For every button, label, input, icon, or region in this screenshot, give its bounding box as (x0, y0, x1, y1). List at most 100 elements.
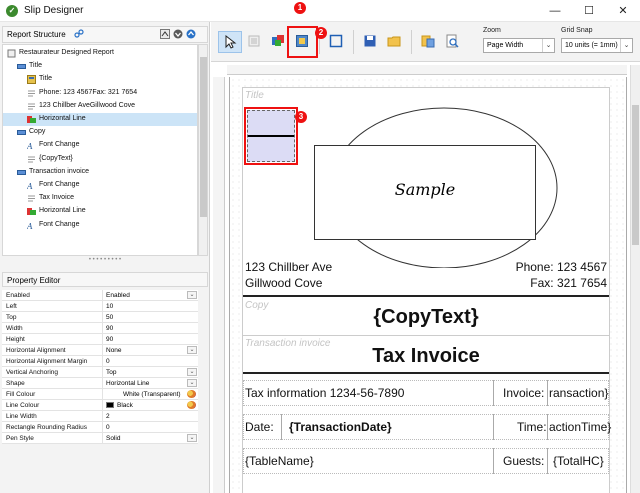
property-value-cell[interactable]: None ⌄ (102, 345, 198, 355)
svg-text:A: A (27, 222, 33, 230)
tree-item[interactable]: Tax Invoice (3, 192, 197, 205)
color-picker-icon[interactable] (187, 390, 196, 398)
tree-item[interactable]: Title (3, 73, 197, 86)
tree-item[interactable]: Horizontal Line (3, 113, 197, 126)
property-name: Rectangle Rounding Radius (6, 424, 87, 431)
font-change-icon: A (26, 221, 36, 231)
zoom-select[interactable]: Page Width ⌄ (483, 38, 555, 53)
export-button[interactable] (417, 31, 441, 53)
preview-icon (446, 34, 459, 48)
property-value-cell[interactable]: Enabled ⌄ (102, 290, 198, 300)
property-value-cell[interactable]: 10 (102, 301, 198, 311)
folder-icon (387, 36, 401, 47)
property-value-cell[interactable]: Horizontal Line ⌄ (102, 378, 198, 388)
collapse-icon[interactable] (159, 29, 170, 40)
canvas-scrollbar[interactable] (630, 65, 640, 493)
property-row[interactable]: Left 10 (2, 301, 198, 312)
link-icon[interactable] (73, 29, 84, 40)
property-value: 0 (106, 424, 110, 431)
tree-item[interactable]: A Font Change (3, 179, 197, 192)
property-row[interactable]: Rectangle Rounding Radius 0 (2, 422, 198, 433)
tree-item[interactable]: Horizontal Line (3, 205, 197, 218)
preview-button[interactable] (441, 31, 465, 53)
canvas-scrollbar-thumb[interactable] (632, 105, 639, 245)
property-row[interactable]: Line Width 2 (2, 411, 198, 422)
design-canvas[interactable]: Title Sample 123 Chillber Ave Gillwood C… (211, 63, 640, 493)
property-row[interactable]: Enabled Enabled ⌄ (2, 290, 198, 301)
tree-item[interactable]: 123 Chillber AveGillwood Cove (3, 100, 197, 113)
property-row[interactable]: Vertical Anchoring Top ⌄ (2, 367, 198, 378)
property-name: Enabled (6, 292, 30, 299)
property-value: Enabled (106, 292, 130, 299)
tree-item[interactable]: {CopyText} (3, 153, 197, 166)
callout-3-highlight (244, 107, 298, 165)
property-row[interactable]: Horizontal Alignment Margin 0 (2, 356, 198, 367)
tree-item[interactable]: Phone: 123 4567Fax: 321 7654 (3, 87, 197, 100)
property-value: 90 (106, 325, 114, 332)
tree-scrollbar[interactable] (198, 44, 208, 256)
property-row[interactable]: Width 90 (2, 323, 198, 334)
tree-scrollbar-thumb[interactable] (200, 57, 207, 217)
text-tool-button[interactable] (243, 31, 267, 53)
tree-item[interactable]: A Font Change (3, 219, 197, 232)
property-row[interactable]: Height 90 (2, 334, 198, 345)
property-value-cell[interactable]: Top ⌄ (102, 367, 198, 377)
tax-invoice-underline (243, 372, 609, 374)
select-tool-button[interactable] (218, 31, 242, 53)
chevron-down-icon[interactable]: ⌄ (187, 346, 197, 354)
close-button[interactable]: ✕ (606, 0, 640, 22)
tree-item[interactable]: Restaurateur Designed Report (3, 47, 197, 60)
color-picker-icon[interactable] (187, 401, 196, 409)
chevron-down-icon[interactable]: ⌄ (620, 39, 632, 52)
property-row[interactable]: Fill Colour White (Transparent) (2, 389, 198, 400)
chevron-down-icon[interactable]: ⌄ (542, 39, 554, 52)
chevron-down-icon[interactable]: ⌄ (187, 434, 197, 442)
property-row[interactable]: Shape Horizontal Line ⌄ (2, 378, 198, 389)
minimize-button[interactable]: — (538, 0, 572, 22)
tree-item[interactable]: Title (3, 60, 197, 73)
report-icon (7, 49, 16, 58)
tree-item-label: Copy (29, 128, 46, 136)
property-row[interactable]: Pen Style Solid ⌄ (2, 433, 198, 444)
grid-snap-select-value: 10 units (= 1mm) (565, 42, 618, 49)
chevron-down-icon[interactable]: ⌄ (187, 291, 197, 299)
guests-label: Guests: (503, 454, 545, 468)
property-value-cell[interactable]: 0 (102, 356, 198, 366)
panel-splitter[interactable]: • • • • • • • • • (2, 257, 208, 263)
chevron-down-icon[interactable]: ⌄ (187, 379, 197, 387)
report-structure-tree[interactable]: Restaurateur Designed Report Title Title Ph… (2, 44, 198, 256)
text-icon (27, 89, 36, 98)
section-icon (17, 168, 26, 177)
tree-item[interactable]: A Font Change (3, 139, 197, 152)
tree-item-label: Transaction invoice (29, 167, 90, 175)
property-value-cell[interactable]: White (Transparent) (102, 389, 198, 399)
property-value-cell[interactable]: 90 (102, 323, 198, 333)
property-value-cell[interactable]: 0 (102, 422, 198, 432)
property-value-cell[interactable]: Solid ⌄ (102, 433, 198, 443)
grid-snap-select[interactable]: 10 units (= 1mm) ⌄ (561, 38, 633, 53)
row-divider (493, 380, 494, 406)
tree-item[interactable]: Copy (3, 126, 197, 139)
property-value-cell[interactable]: 90 (102, 334, 198, 344)
property-name: Height (6, 336, 25, 343)
open-button[interactable] (383, 31, 407, 53)
callout-badge-1: 1 (294, 2, 306, 14)
property-row[interactable]: Horizontal Alignment None ⌄ (2, 345, 198, 356)
save-button[interactable] (359, 31, 383, 53)
property-value-cell[interactable]: 2 (102, 411, 198, 421)
report-sheet[interactable]: Title Sample 123 Chillber Ave Gillwood C… (242, 87, 611, 493)
tree-item[interactable]: Transaction invoice (3, 166, 197, 179)
select-region-button[interactable] (325, 31, 349, 53)
title-icon (27, 75, 36, 85)
date-label: Date: (245, 420, 274, 434)
property-row[interactable]: Line Colour Black (2, 400, 198, 411)
property-value-cell[interactable]: Black (102, 400, 198, 410)
sample-image-box[interactable]: Sample (314, 145, 536, 240)
move-up-icon[interactable] (185, 29, 196, 40)
maximize-button[interactable]: ☐ (572, 0, 606, 22)
move-down-icon[interactable] (172, 29, 183, 40)
property-value: 10 (106, 303, 114, 310)
chevron-down-icon[interactable]: ⌄ (187, 368, 197, 376)
property-row[interactable]: Top 50 (2, 312, 198, 323)
property-value-cell[interactable]: 50 (102, 312, 198, 322)
